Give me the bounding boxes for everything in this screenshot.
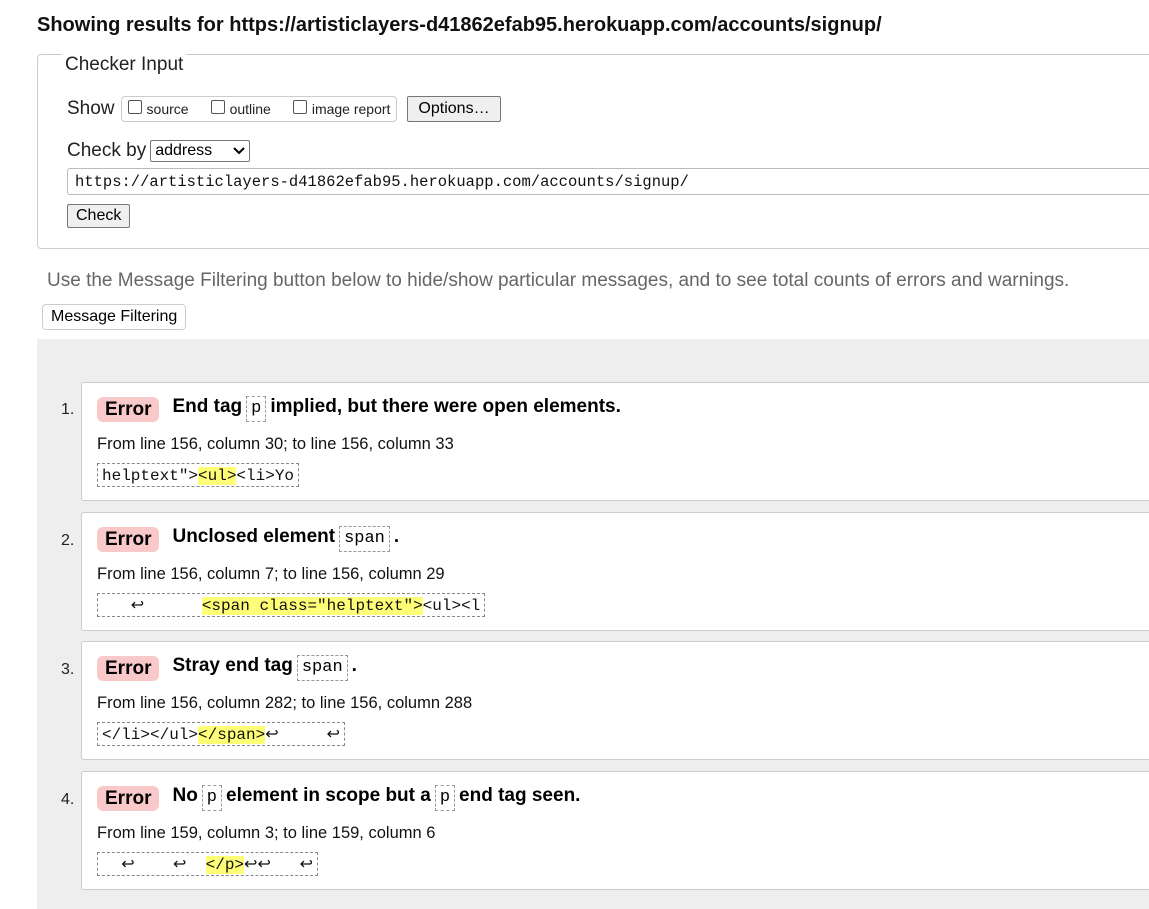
extract-highlight: </span> — [198, 726, 266, 744]
extract-text: ↩↩ ↩ — [244, 856, 314, 874]
extract-text: helptext"> — [102, 467, 199, 485]
message-text-part: . — [351, 655, 357, 676]
code-extract: </li></ul></span>↩ ↩ — [97, 722, 346, 746]
image-report-option[interactable]: image report — [292, 100, 391, 117]
extract-text: ↩ ↩ — [265, 726, 341, 744]
checker-input-legend: Checker Input — [62, 54, 187, 76]
message-text-part: element in scope but a — [226, 785, 431, 806]
message-location: From line 159, column 3; to line 159, co… — [97, 824, 436, 842]
code-extract: helptext"><ul><li>Yo — [97, 463, 300, 487]
error-badge: Error — [97, 655, 160, 681]
message-text-part: . — [393, 526, 400, 547]
message-filtering-button[interactable]: Message Filtering — [42, 304, 187, 330]
message-location: From line 156, column 30; to line 156, c… — [97, 435, 454, 453]
check-by-label: Check by — [67, 140, 147, 161]
message-code: p — [434, 785, 456, 811]
message-text: Stray end tag span. — [172, 655, 357, 681]
error-badge: Error — [97, 526, 160, 552]
message-code: p — [246, 396, 267, 422]
message-number: 1. — [61, 401, 75, 418]
message-text-part: end tag seen. — [459, 785, 581, 806]
url-input[interactable]: https://artisticlayers-d41862efab95.hero… — [67, 168, 1149, 195]
message-text: Unclosed element span. — [172, 526, 399, 552]
message-number: 2. — [61, 532, 75, 549]
message-location: From line 156, column 7; to line 156, co… — [97, 565, 445, 583]
chevron-down-icon — [233, 147, 245, 155]
message-text-part: Unclosed element — [172, 526, 336, 547]
extract-highlight: </p> — [205, 856, 245, 874]
outline-option-label: outline — [229, 101, 271, 117]
code-extract: ↩ ↩ </p>↩↩ ↩ — [97, 852, 319, 876]
message-heading: Error Stray end tag span. — [97, 655, 357, 681]
message-text: No p element in scope but a p end tag seen. — [172, 785, 580, 811]
check-by-row: Check by address — [67, 140, 251, 162]
message-heading: Error End tag p implied, but there were op… — [97, 396, 621, 422]
results-title: Showing results for https://artisticlaye… — [37, 14, 882, 36]
message-text-part: implied, but there were open elements. — [270, 396, 621, 417]
source-checkbox[interactable] — [127, 100, 142, 114]
message-item: Error Unclosed element span. From line 15… — [81, 512, 1149, 631]
image-report-option-label: image report — [311, 101, 391, 117]
show-row: Show source outline image report Options… — [67, 96, 501, 122]
message-number: 4. — [61, 791, 75, 808]
extract-highlight: <span class="helptext"> — [201, 597, 423, 615]
error-badge: Error — [97, 396, 160, 422]
extract-text: ↩ — [102, 597, 202, 615]
message-location: From line 156, column 282; to line 156, … — [97, 694, 473, 712]
options-button[interactable]: Options… — [407, 96, 501, 122]
message-text-part: No — [172, 785, 198, 806]
extract-highlight: <ul> — [198, 467, 237, 485]
source-option-label: source — [146, 101, 189, 117]
message-item: Error End tag p implied, but there were op… — [81, 382, 1149, 501]
error-badge: Error — [97, 785, 160, 811]
message-heading: Error No p element in scope but a p end tag … — [97, 785, 580, 811]
check-by-selected-value: address — [155, 142, 213, 159]
message-text-part: Stray end tag — [172, 655, 293, 676]
image-report-checkbox[interactable] — [292, 100, 307, 114]
message-code: p — [201, 785, 222, 811]
message-text: End tag p implied, but there were open ele… — [172, 396, 621, 422]
show-label: Show — [67, 98, 115, 119]
extract-text: </li></ul> — [102, 726, 199, 744]
outline-checkbox[interactable] — [210, 100, 225, 114]
outline-option[interactable]: outline — [210, 100, 271, 117]
message-text-part: End tag — [172, 396, 243, 417]
message-code: span — [339, 526, 390, 552]
extract-text: <ul><l — [422, 597, 481, 615]
source-option[interactable]: source — [127, 100, 189, 117]
extract-text: ↩ ↩ — [102, 856, 206, 874]
message-item: Error Stray end tag span. From line 156, … — [81, 641, 1149, 760]
message-heading: Error Unclosed element span. — [97, 526, 399, 552]
show-options-group: source outline image report — [120, 96, 398, 122]
code-extract: ↩ <span class="helptext"><ul><l — [97, 593, 486, 617]
message-number: 3. — [61, 661, 75, 678]
check-button[interactable]: Check — [67, 204, 131, 228]
message-item: Error No p element in scope but a p end tag … — [81, 771, 1149, 890]
message-filtering-note: Use the Message Filtering button below t… — [47, 270, 1070, 291]
extract-text: <li>Yo — [236, 467, 295, 485]
check-by-select[interactable]: address — [150, 140, 251, 162]
message-code: span — [296, 655, 348, 681]
